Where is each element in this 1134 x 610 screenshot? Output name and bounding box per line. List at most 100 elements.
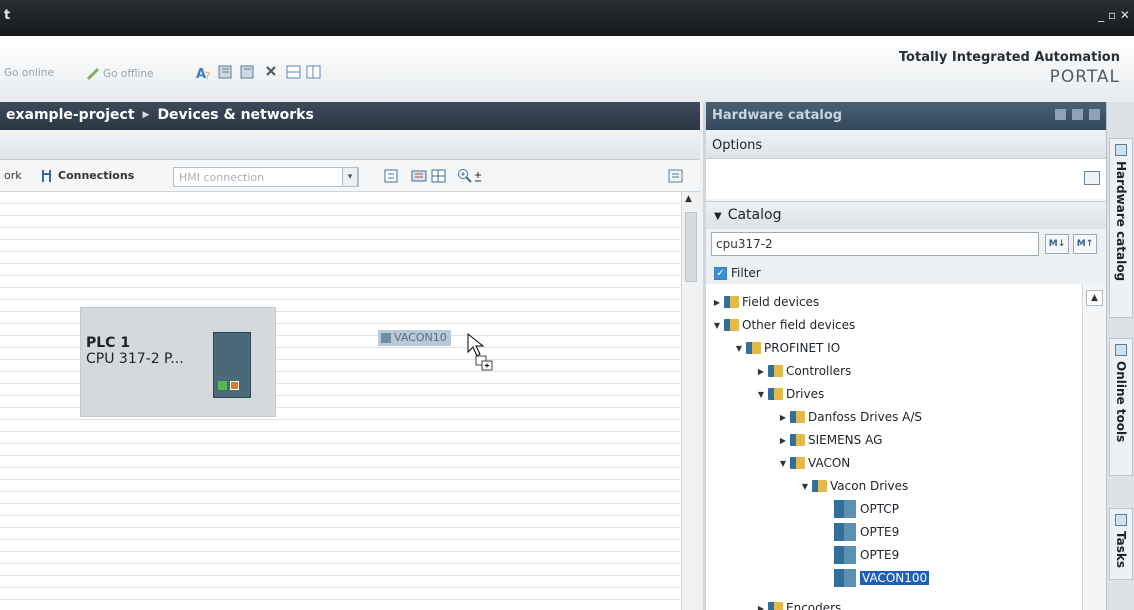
catalog-search-row: M↓ M↑: [711, 232, 1103, 256]
folder-icon: [724, 296, 739, 308]
task-card-tabs: Hardware catalog Online tools Tasks: [1106, 102, 1134, 610]
tree-label: SIEMENS AG: [808, 433, 883, 447]
search-up-button[interactable]: M↑: [1073, 234, 1097, 254]
tree-label: Field devices: [742, 295, 820, 309]
breadcrumb-section[interactable]: Devices & networks: [157, 107, 313, 123]
tree-node-vacon100[interactable]: VACON100: [834, 567, 930, 589]
hardware-catalog-header: Hardware catalog: [706, 102, 1106, 130]
show-addresses-icon[interactable]: [411, 168, 427, 184]
drive-icon: [381, 333, 391, 343]
scroll-up-icon[interactable]: ▲: [1086, 290, 1103, 306]
module-view-2-icon[interactable]: [240, 64, 256, 80]
chevron-down-icon[interactable]: ▾: [342, 167, 358, 187]
folder-icon: [746, 342, 761, 354]
collapse-panel-icon[interactable]: [1089, 109, 1100, 120]
tree-node-siemens[interactable]: ▶ SIEMENS AG: [778, 429, 882, 451]
tree-node-drives[interactable]: ▼ Drives: [756, 383, 824, 405]
tree-node-opte9-2[interactable]: OPTE9: [834, 544, 899, 566]
tree-node-optcp[interactable]: OPTCP: [834, 498, 899, 520]
tree-node-vacon[interactable]: ▼ VACON: [778, 452, 850, 474]
tree-node-profinet-io[interactable]: ▼ PROFINET IO: [734, 337, 840, 359]
tree-label: OPTE9: [860, 525, 900, 539]
collapse-arrow-icon[interactable]: ▼: [778, 459, 788, 468]
window-controls[interactable]: _ ▫ ✕: [1098, 8, 1130, 22]
tree-node-controllers[interactable]: ▶ Controllers: [756, 360, 851, 382]
panel-toggle-icon[interactable]: [668, 168, 684, 184]
folder-icon: [768, 365, 783, 377]
catalog-header[interactable]: ▼ Catalog: [706, 201, 1106, 229]
tree-node-vacon-drives[interactable]: ▼ Vacon Drives: [800, 475, 908, 497]
tree-label: Danfoss Drives A/S: [808, 410, 923, 424]
catalog-search-input[interactable]: [711, 232, 1039, 256]
hardware-catalog-title: Hardware catalog: [712, 108, 843, 123]
network-view-button[interactable]: ork: [4, 169, 22, 182]
connections-button[interactable]: Connections: [58, 169, 134, 182]
tree-label: VACON: [808, 456, 851, 470]
tasks-icon: [1115, 514, 1127, 526]
plc-device[interactable]: PLC 1 CPU 317-2 P...: [80, 307, 276, 417]
float-panel-icon[interactable]: [1055, 109, 1066, 120]
expand-arrow-icon[interactable]: ▶: [778, 413, 788, 422]
collapse-arrow-icon[interactable]: ▼: [800, 482, 810, 491]
tree-node-other-field-devices[interactable]: ▼ Other field devices: [712, 314, 855, 336]
zoom-step-icon[interactable]: [473, 168, 483, 184]
collapse-arrow-icon[interactable]: ▼: [734, 344, 744, 353]
chevron-down-icon: ▼: [714, 211, 722, 222]
catalog-tree-scrollbar[interactable]: ▲: [1082, 284, 1106, 610]
tree-node-field-devices[interactable]: ▶ Field devices: [712, 291, 819, 313]
split-vertical-icon[interactable]: [306, 64, 322, 80]
tree-label: Encoders: [786, 601, 842, 610]
breadcrumb-project[interactable]: example-project: [6, 107, 135, 123]
tree-node-encoders[interactable]: ▶ Encoders: [756, 597, 841, 610]
tree-label: Vacon Drives: [830, 479, 909, 493]
tree-node-danfoss[interactable]: ▶ Danfoss Drives A/S: [778, 406, 922, 428]
brand-line-1: Totally Integrated Automation: [898, 50, 1120, 65]
pin-panel-icon[interactable]: [1072, 109, 1083, 120]
go-online-label: Go online: [4, 67, 54, 79]
editor-tab-strip: [0, 130, 700, 160]
scroll-up-icon[interactable]: ▲: [685, 194, 692, 204]
title-bar: t _ ▫ ✕: [0, 0, 1134, 36]
collapse-arrow-icon[interactable]: ▼: [756, 390, 766, 399]
tree-label: PROFINET IO: [764, 341, 841, 355]
split-horizontal-icon[interactable]: [286, 64, 302, 80]
filter-row[interactable]: ✓ Filter: [714, 266, 761, 280]
search-down-button[interactable]: M↓: [1045, 234, 1069, 254]
network-canvas[interactable]: PLC 1 CPU 317-2 P... VACON10: [0, 192, 680, 610]
zoom-in-icon[interactable]: [457, 168, 473, 184]
accessible-devices-icon[interactable]: A?: [196, 64, 216, 80]
editor-vertical-scrollbar[interactable]: ▲: [681, 192, 700, 610]
expand-arrow-icon[interactable]: ▶: [756, 367, 766, 376]
go-online-button[interactable]: Go online: [4, 67, 54, 79]
scrollbar-thumb[interactable]: [685, 212, 697, 282]
expand-arrow-icon[interactable]: ▶: [778, 436, 788, 445]
folder-icon: [768, 388, 783, 400]
catalog-icon: [1115, 144, 1127, 156]
device-icon: [834, 546, 856, 564]
table-view-icon[interactable]: [431, 168, 447, 184]
connection-type-select[interactable]: HMI connection: [173, 167, 359, 187]
options-view-button[interactable]: [1084, 171, 1100, 185]
breadcrumb-bar: example-project ▶ Devices & networks: [0, 102, 700, 130]
expand-arrow-icon[interactable]: ▶: [712, 298, 722, 307]
tree-node-opte9[interactable]: OPTE9: [834, 521, 899, 543]
dragged-device[interactable]: VACON10: [378, 330, 451, 346]
plc-name: PLC 1: [86, 335, 131, 351]
options-body: [706, 159, 1106, 199]
tab-hardware-catalog[interactable]: Hardware catalog: [1109, 138, 1133, 318]
editor-toolbar: ork Connections HMI connection ▾: [0, 160, 700, 192]
go-offline-button[interactable]: Go offline: [86, 67, 154, 81]
go-offline-icon: [86, 67, 100, 81]
module-view-icon[interactable]: [218, 64, 234, 80]
tab-tasks[interactable]: Tasks: [1109, 508, 1133, 580]
network-overview-icon[interactable]: [383, 168, 399, 184]
delete-icon[interactable]: [264, 64, 280, 80]
filter-checkbox[interactable]: ✓: [714, 266, 727, 280]
tab-online-tools[interactable]: Online tools: [1109, 338, 1133, 476]
expand-arrow-icon[interactable]: ▶: [756, 604, 766, 610]
svg-text:?: ?: [205, 71, 210, 80]
options-header[interactable]: Options: [706, 133, 1106, 159]
collapse-arrow-icon[interactable]: ▼: [712, 321, 722, 330]
device-icon: [834, 569, 856, 587]
online-tools-icon: [1115, 344, 1127, 356]
